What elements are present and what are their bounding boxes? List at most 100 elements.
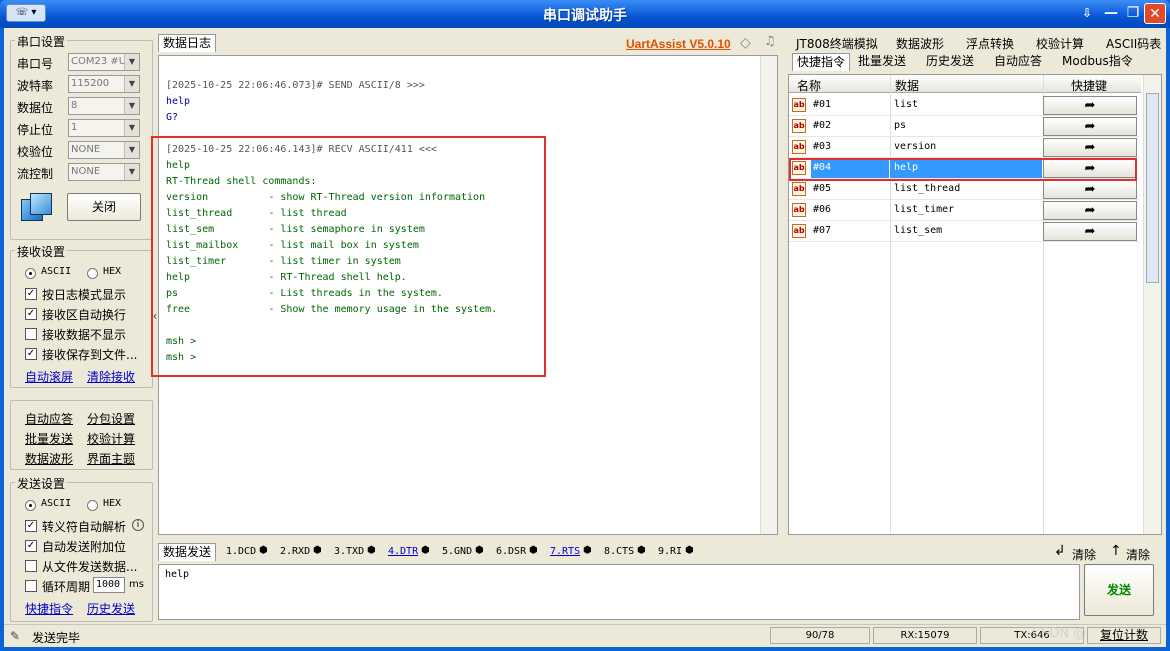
brand-link[interactable]: UartAssist V5.0.10 [626,37,731,51]
grid-row[interactable]: ab #05 list_thread ➦ [789,179,1139,200]
grid-scrollbar[interactable] [1143,75,1161,534]
tab-data-log[interactable]: 数据日志 [158,34,217,52]
grid-row[interactable]: ab #06 list_timer ➦ [789,200,1139,221]
close-port-button[interactable]: 关闭 [67,193,141,221]
pin-icon[interactable]: ⇩ [1076,3,1098,24]
tab-right2-1[interactable]: 批量发送 [854,53,910,71]
signal-led-icon: ⬢ [421,545,430,556]
tab-right2-4[interactable]: Modbus指令 [1058,53,1137,71]
tab-right-2[interactable]: 浮点转换 [962,36,1018,54]
reset-count-button[interactable]: 复位计数 [1087,627,1161,644]
checksum-link[interactable]: 校验计算 [87,430,135,447]
status-bar: ✎ 发送完毕 90/78 RX:15079 TX:646 复位计数 CSDN @ [4,624,1166,647]
arrow-up-icon[interactable]: ↑ [1110,543,1122,559]
grid-row[interactable]: ab #07 list_sem ➦ [789,221,1139,242]
row-id: #03 [813,141,832,152]
signal-led-icon: ⬢ [367,545,376,556]
waveform-link[interactable]: 数据波形 [25,450,73,467]
signal-7[interactable]: 8.CTS [604,546,634,557]
recv-hex-radio[interactable] [87,268,98,279]
info-icon[interactable]: i [132,519,144,531]
row-data: list [894,99,919,110]
signal-8[interactable]: 9.RI [658,546,682,557]
undo-icon[interactable]: ↲ [1054,543,1066,559]
hide-data-checkbox[interactable] [25,328,37,340]
batch-send-link[interactable]: 批量发送 [25,430,73,447]
tab-right-4[interactable]: ASCII码表 [1102,36,1165,54]
parity-select[interactable]: NONE ▼ [68,141,140,159]
ab-icon: ab [792,203,806,217]
flow-select[interactable]: NONE ▼ [68,163,140,181]
ab-icon: ab [792,182,806,196]
send-shortcut-button[interactable]: ➦ [1043,180,1137,199]
tab-right2-0[interactable]: 快捷指令 [792,53,851,71]
signal-2[interactable]: 3.TXD [334,546,364,557]
auto-append-checkbox[interactable]: ✓ [25,540,37,552]
recv-ascii-radio[interactable] [25,268,36,279]
quick-command-grid[interactable]: 名称 数据 快捷键 ab #01 list ➦ ab #02 ps ➦ ab #03 version… [788,74,1162,535]
bell-icon[interactable]: ♫ [764,34,776,49]
close-button[interactable]: ✕ [1144,3,1166,24]
theme-link[interactable]: 界面主题 [87,450,135,467]
send-shortcut-button[interactable]: ➦ [1043,117,1137,136]
row-id: #06 [813,204,832,215]
send-shortcut-button[interactable]: ➦ [1043,201,1137,220]
databits-select[interactable]: 8 ▼ [68,97,140,115]
tab-data-send[interactable]: 数据发送 [158,543,217,561]
auto-scroll-link[interactable]: 自动滚屏 [25,368,73,385]
history-send-link[interactable]: 历史发送 [87,600,135,617]
send-ascii-radio[interactable] [25,500,36,511]
send-hex-radio[interactable] [87,500,98,511]
grid-row[interactable]: ab #02 ps ➦ [789,116,1139,137]
tab-right2-3[interactable]: 自动应答 [990,53,1046,71]
restore-button[interactable]: ❐ [1122,3,1144,24]
signal-led-icon: ⬢ [259,545,268,556]
status-message: 发送完毕 [32,631,81,645]
log-line: G? [166,112,179,123]
signal-4[interactable]: 5.GND [442,546,472,557]
tab-right2-2[interactable]: 历史发送 [922,53,978,71]
signal-0[interactable]: 1.DCD [226,546,256,557]
tab-right-3[interactable]: 校验计算 [1032,36,1088,54]
signal-5[interactable]: 6.DSR [496,546,526,557]
quick-command-link[interactable]: 快捷指令 [25,600,73,617]
save-file-checkbox[interactable]: ✓ [25,348,37,360]
stopbits-select[interactable]: 1 ▼ [68,119,140,137]
port-select[interactable]: COM23 #US ▼ [68,53,140,71]
from-file-checkbox[interactable] [25,560,37,572]
escape-parse-checkbox[interactable]: ✓ [25,520,37,532]
baud-select[interactable]: 115200 ▼ [68,75,140,93]
log-scrollbar[interactable] [760,56,777,534]
window-client: 串口设置 串口号 COM23 #US ▼ 波特率 115200 ▼ 数据位 8 ▼ 停… [4,28,1166,647]
send-input[interactable]: help [158,564,1080,620]
send-shortcut-button[interactable]: ➦ [1043,222,1137,241]
status-icon: ✎ [10,629,21,643]
send-button[interactable]: 发送 [1084,564,1154,616]
clear-all-button[interactable]: 清除 [1126,546,1150,563]
grid-scroll-thumb[interactable] [1146,93,1159,283]
auto-wrap-checkbox[interactable]: ✓ [25,308,37,320]
signal-1[interactable]: 2.RXD [280,546,310,557]
auto-wrap-label: 接收区自动换行 [42,308,127,322]
auto-reply-link[interactable]: 自动应答 [25,410,73,427]
send-shortcut-button[interactable]: ➦ [1043,138,1137,157]
tab-right-1[interactable]: 数据波形 [892,36,948,54]
row-highlight [789,158,1137,181]
packet-settings-link[interactable]: 分包设置 [87,410,135,427]
send-shortcut-button[interactable]: ➦ [1043,96,1137,115]
signal-6[interactable]: 7.RTS [550,546,580,557]
clear-send-button[interactable]: 清除 [1072,546,1096,563]
grid-row[interactable]: ab #03 version ➦ [789,137,1139,158]
serial-settings-group: 串口设置 串口号 COM23 #US ▼ 波特率 115200 ▼ 数据位 8 ▼ 停… [10,33,153,240]
loop-period-input[interactable]: 1000 [93,577,125,593]
grid-row[interactable]: ab #01 list ➦ [789,95,1139,116]
minimize-button[interactable]: — [1100,3,1122,24]
signal-led-icon: ⬢ [583,545,592,556]
tab-right-0[interactable]: JT808终端模拟 [792,36,882,54]
clear-receive-link[interactable]: 清除接收 [87,368,135,385]
log-mode-checkbox[interactable]: ✓ [25,288,37,300]
row-id: #07 [813,225,832,236]
loop-checkbox[interactable] [25,580,37,592]
diamond-icon[interactable]: ◇ [740,35,751,51]
signal-3[interactable]: 4.DTR [388,546,418,557]
